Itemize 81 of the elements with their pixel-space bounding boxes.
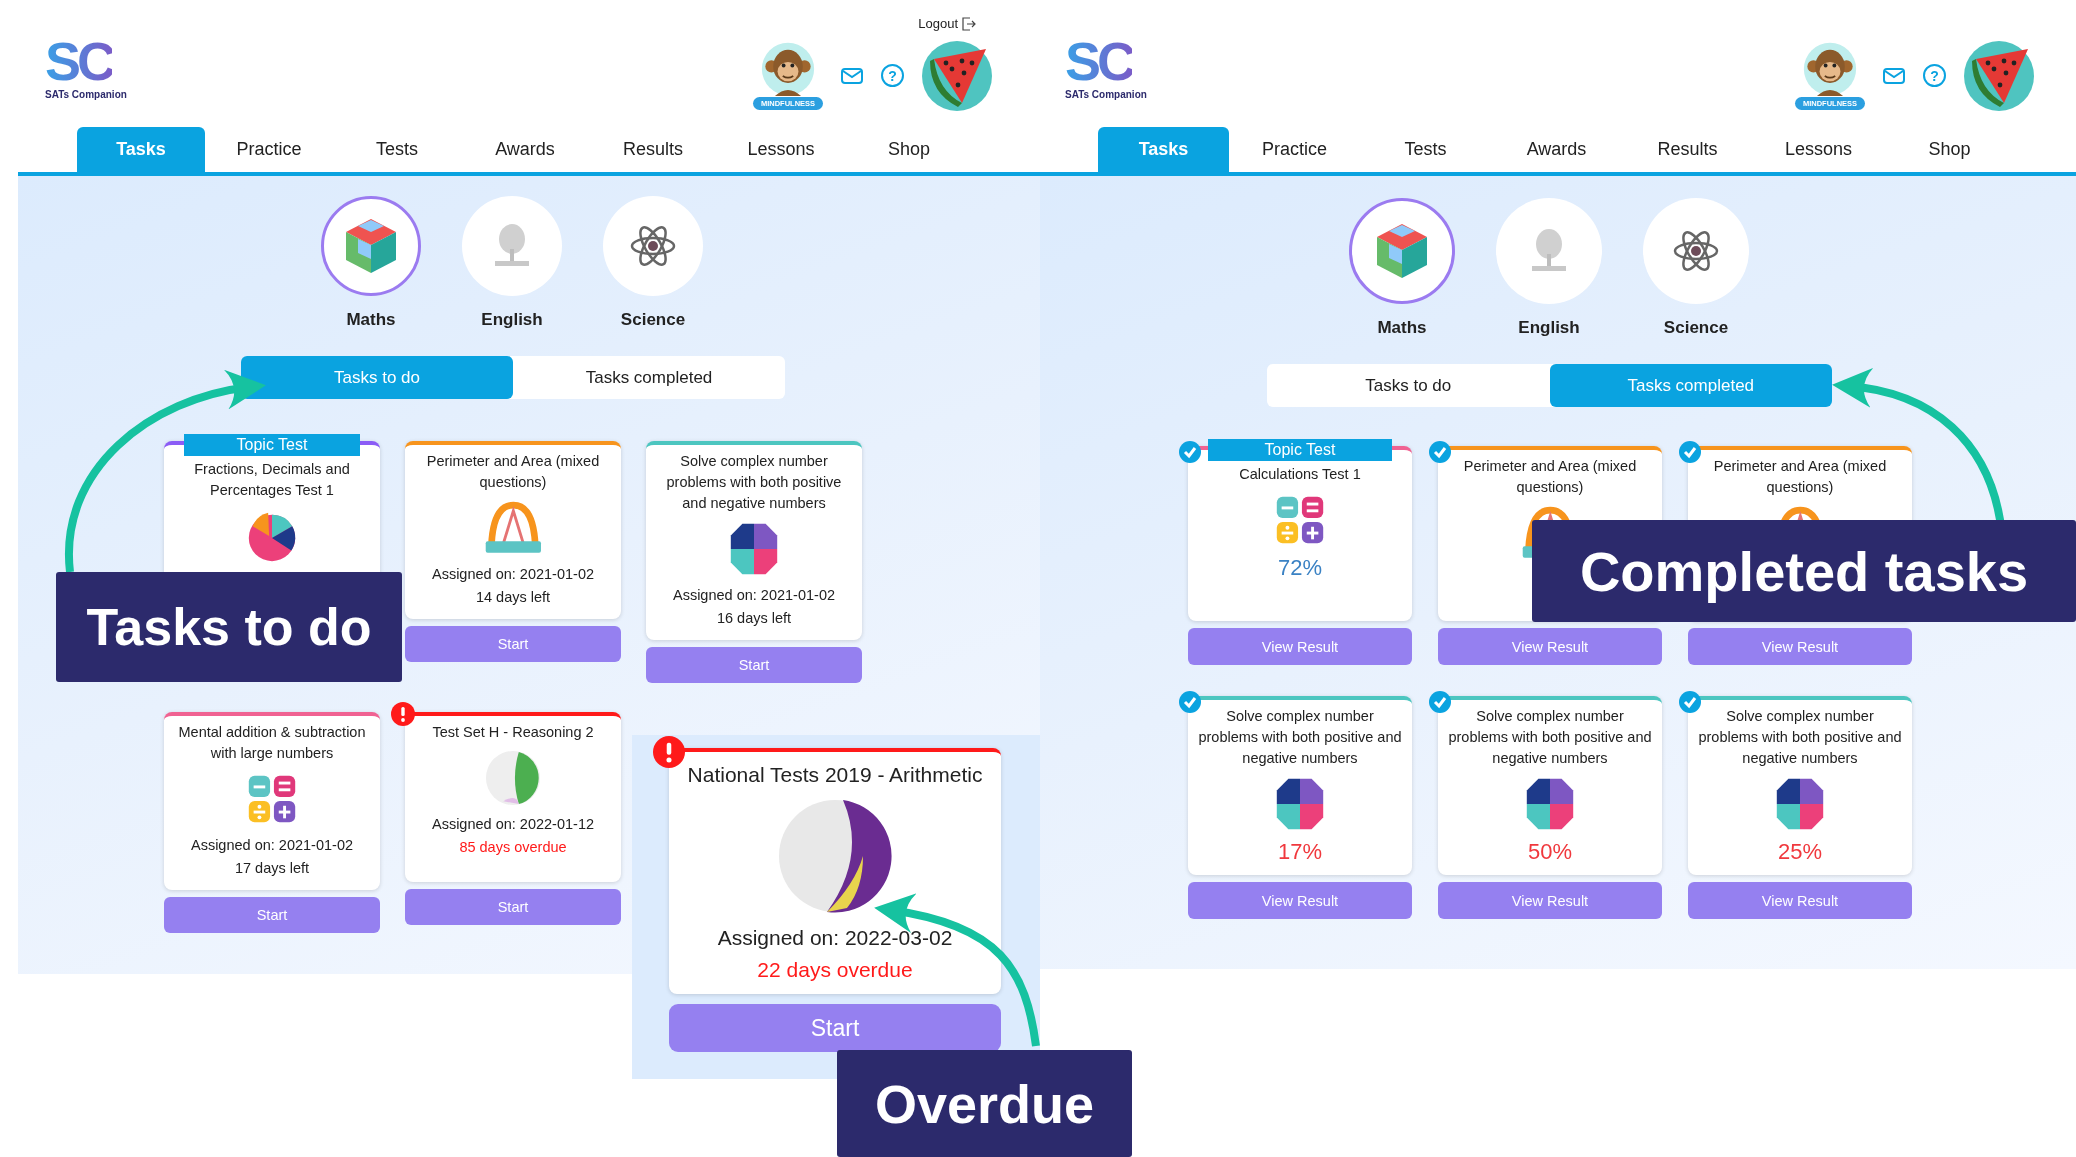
help-icon[interactable]: ? <box>1923 64 1946 87</box>
view-result-button[interactable]: View Result <box>1438 628 1662 665</box>
due-status: 16 days left <box>716 609 792 628</box>
nav-tab[interactable]: Tasks <box>77 127 205 172</box>
test-cover-image <box>484 749 542 807</box>
due-status: 85 days overdue <box>459 838 567 857</box>
task-title: Perimeter and Area (mixed questions) <box>1712 457 1888 497</box>
view-result-button[interactable]: View Result <box>1688 628 1912 665</box>
callout-label: Overdue <box>837 1050 1132 1157</box>
task-filter-tab[interactable]: Tasks completed <box>1549 364 1832 407</box>
task-title: Calculations Test 1 <box>1239 465 1361 484</box>
logo-name: SATs Companion <box>45 89 127 100</box>
nav-tab[interactable]: Tests <box>1360 127 1491 172</box>
logout-icon <box>962 16 976 31</box>
due-status: 14 days left <box>475 588 551 607</box>
nav-tab[interactable]: Results <box>589 127 717 172</box>
assigned-date: Assigned on: 2022-01-12 <box>431 815 594 834</box>
nav-tab[interactable]: Lessons <box>1753 127 1884 172</box>
subject-label: English <box>481 310 543 330</box>
view-result-button[interactable]: View Result <box>1188 628 1412 665</box>
task-title: Mental addition & subtraction with large numbers <box>177 723 367 763</box>
mail-icon[interactable] <box>1883 67 1905 84</box>
view-result-button[interactable]: View Result <box>1188 882 1412 919</box>
topic-test-badge: Topic Test <box>184 434 360 456</box>
nav-tab[interactable]: Awards <box>1491 127 1622 172</box>
assigned-date: Assigned on: 2022-03-02 <box>717 925 953 951</box>
task-title: National Tests 2019 - Arithmetic <box>687 762 983 788</box>
monkey-avatar[interactable] <box>1803 41 1857 96</box>
topic-test-badge: Topic Test <box>1208 439 1392 461</box>
nav-tab[interactable]: Shop <box>845 127 973 172</box>
task-filter-tab[interactable]: Tasks to do <box>241 356 513 399</box>
task-filter-tab[interactable]: Tasks completed <box>513 356 785 399</box>
subject-label: Science <box>620 310 686 330</box>
help-icon[interactable]: ? <box>881 64 904 87</box>
score-percent: 25% <box>1777 839 1822 865</box>
nav-tab[interactable]: Practice <box>1229 127 1360 172</box>
subject-label: English <box>1518 318 1580 338</box>
cube-icon <box>344 217 398 275</box>
score-percent: 72% <box>1277 555 1322 581</box>
watermelon-avatar[interactable] <box>1964 40 2034 111</box>
callout-label: Completed tasks <box>1532 520 2076 622</box>
task-title: Test Set H - Reasoning 2 <box>432 723 594 742</box>
logo-name: SATs Companion <box>1065 89 1147 100</box>
subject-label: Maths <box>1377 318 1427 338</box>
score-percent: 17% <box>1277 839 1322 865</box>
nav-tab[interactable]: Tasks <box>1098 127 1229 172</box>
monkey-avatar[interactable] <box>761 41 815 96</box>
subject-label: Maths <box>346 310 396 330</box>
assigned-date: Assigned on: 2021-01-02 <box>672 586 835 605</box>
task-filter-tab[interactable]: Tasks to do <box>1267 364 1550 407</box>
assigned-date: Assigned on: 2021-01-02 <box>431 565 594 584</box>
nav-tab[interactable]: Practice <box>205 127 333 172</box>
score-percent: 50% <box>1527 839 1572 865</box>
task-title: Solve complex number problems with both positive and negative numbers <box>1197 707 1403 768</box>
nav-tab[interactable]: Awards <box>461 127 589 172</box>
task-title: Fractions, Decimals and Percentages Test 1 <box>193 460 351 500</box>
watermelon-avatar[interactable] <box>922 40 992 111</box>
start-button[interactable]: Start <box>164 897 380 933</box>
start-button[interactable]: Start <box>405 626 621 662</box>
assigned-date: Assigned on: 2021-01-02 <box>190 836 353 855</box>
logout-link[interactable]: Logout <box>918 16 976 31</box>
cube-icon <box>1375 222 1429 280</box>
mail-icon[interactable] <box>841 67 863 84</box>
due-status: 22 days overdue <box>757 957 913 983</box>
start-button[interactable]: Start <box>669 1004 1001 1052</box>
task-title: Perimeter and Area (mixed questions) <box>1462 457 1638 497</box>
nav-tab[interactable]: Results <box>1622 127 1753 172</box>
task-title: Perimeter and Area (mixed questions) <box>425 452 601 492</box>
task-title: Solve complex number problems with both positive and negative numbers <box>665 452 843 513</box>
nav-tab[interactable]: Tests <box>333 127 461 172</box>
view-result-button[interactable]: View Result <box>1438 882 1662 919</box>
nav-tab[interactable]: Shop <box>1884 127 2015 172</box>
start-button[interactable]: Start <box>405 889 621 925</box>
task-title: Solve complex number problems with both positive and negative numbers <box>1447 707 1653 768</box>
view-result-button[interactable]: View Result <box>1688 882 1912 919</box>
task-title: Solve complex number problems with both positive and negative numbers <box>1697 707 1903 768</box>
due-status: 17 days left <box>234 859 310 878</box>
nav-tab[interactable]: Lessons <box>717 127 845 172</box>
callout-label: Tasks to do <box>56 572 402 682</box>
start-button[interactable]: Start <box>646 647 862 683</box>
subject-label: Science <box>1663 318 1729 338</box>
